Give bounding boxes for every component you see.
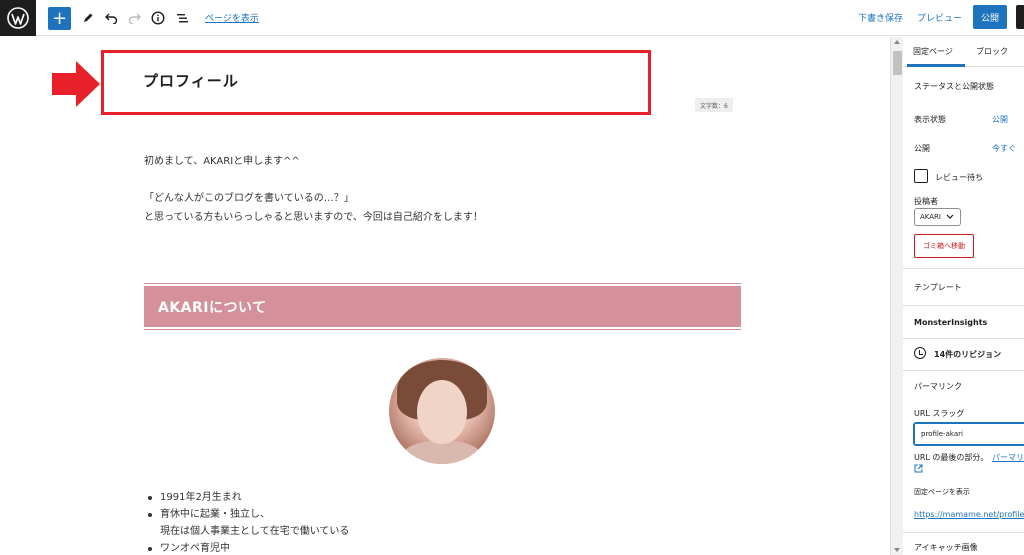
add-block-button[interactable]: +: [48, 7, 71, 30]
list-item: ワンオペ育児中: [144, 540, 349, 555]
pending-review-checkbox[interactable]: [914, 169, 928, 183]
visibility-label: 表示状態: [914, 115, 946, 124]
edit-pencil-icon[interactable]: [79, 6, 97, 30]
scroll-thumb[interactable]: [893, 51, 902, 75]
bullet-list[interactable]: 1991年2月生まれ 育休中に起業・独立し、 現在は個人事業主として在宅で働いて…: [144, 489, 349, 555]
heading-block[interactable]: AKARIについて: [144, 283, 741, 330]
sidebar-tabs: 固定ページ ブロック: [903, 37, 1024, 67]
paragraph-block[interactable]: 初めまして、AKARIと申します^^: [144, 152, 300, 167]
list-view-icon[interactable]: [173, 6, 191, 30]
external-link-icon[interactable]: [914, 464, 923, 475]
settings-button[interactable]: [1016, 5, 1024, 29]
heading-text: AKARIについて: [158, 299, 267, 316]
publish-date-link[interactable]: 今すぐ: [992, 143, 1016, 154]
monsterinsights-panel-header[interactable]: MonsterInsights: [914, 318, 987, 327]
scroll-up-icon[interactable]: [894, 40, 900, 44]
permalink-panel-header[interactable]: パーマリンク: [914, 381, 962, 392]
paragraph-block[interactable]: と思っている方もいらっしゃると思いますので、今回は自己紹介をします！: [144, 208, 483, 223]
view-page-label: 固定ページを表示: [914, 488, 970, 496]
page-url-link[interactable]: https://mamame.net/profile-: [914, 510, 1024, 519]
active-tab-indicator: [907, 64, 965, 67]
save-draft-button[interactable]: 下書き保存: [858, 11, 903, 24]
publish-label: 公開: [914, 144, 930, 153]
template-panel-header[interactable]: テンプレート: [914, 282, 962, 293]
featured-image-panel-header[interactable]: アイキャッチ画像: [914, 542, 978, 553]
revisions-link[interactable]: 14件のリビジョン: [934, 349, 1001, 360]
status-visibility-heading[interactable]: ステータスと公開状態: [914, 81, 994, 92]
visibility-value-link[interactable]: 公開: [992, 114, 1008, 125]
chevron-down-icon: [946, 214, 954, 219]
list-item: 育休中に起業・独立し、: [144, 506, 349, 523]
profile-photo[interactable]: [389, 358, 495, 464]
list-item: 1991年2月生まれ: [144, 489, 349, 506]
wordpress-logo-icon[interactable]: [0, 0, 36, 36]
list-item-continuation: 現在は個人事業主として在宅で働いている: [160, 526, 350, 537]
url-slug-input[interactable]: profile-akari: [914, 423, 1024, 445]
move-to-trash-button[interactable]: ゴミ箱へ移動: [914, 234, 974, 258]
info-icon[interactable]: [149, 6, 167, 30]
char-count-badge: 文字数：6: [695, 98, 733, 112]
tab-page[interactable]: 固定ページ: [913, 46, 953, 57]
url-slug-label: URL スラッグ: [914, 409, 965, 418]
settings-sidebar: 固定ページ ブロック ステータスと公開状態 表示状態 公開 公開 今すぐ レビュ…: [903, 37, 1024, 555]
paragraph-block[interactable]: 「どんな人がこのブログを書いているの…？」: [144, 189, 354, 204]
editor-scrollbar[interactable]: [890, 37, 903, 555]
undo-icon[interactable]: [102, 6, 120, 30]
history-icon: [914, 347, 926, 359]
red-arrow-icon: [52, 61, 102, 111]
author-label: 投稿者: [914, 197, 938, 206]
tab-block[interactable]: ブロック: [976, 46, 1008, 57]
publish-button[interactable]: 公開: [973, 5, 1007, 29]
heading-background: AKARIについて: [144, 286, 741, 327]
author-value: AKARI: [920, 213, 941, 221]
editor-toolbar: + ページを表示 下書き保存 プレビュー 公開: [0, 0, 1024, 36]
redo-icon[interactable]: [125, 6, 143, 30]
preview-button[interactable]: プレビュー: [917, 11, 962, 24]
url-hint-text: URL の最後の部分。: [914, 453, 989, 462]
permalink-help-link[interactable]: パーマリ: [992, 452, 1024, 463]
page-title[interactable]: プロフィール: [143, 70, 239, 91]
view-page-link[interactable]: ページを表示: [205, 11, 259, 24]
author-select[interactable]: AKARI: [914, 208, 961, 226]
scroll-down-icon[interactable]: [894, 548, 900, 552]
pending-review-label: レビュー待ち: [935, 173, 983, 182]
editor-canvas: プロフィール 文字数：6 初めまして、AKARIと申します^^ 「どんな人がこの…: [0, 37, 890, 555]
